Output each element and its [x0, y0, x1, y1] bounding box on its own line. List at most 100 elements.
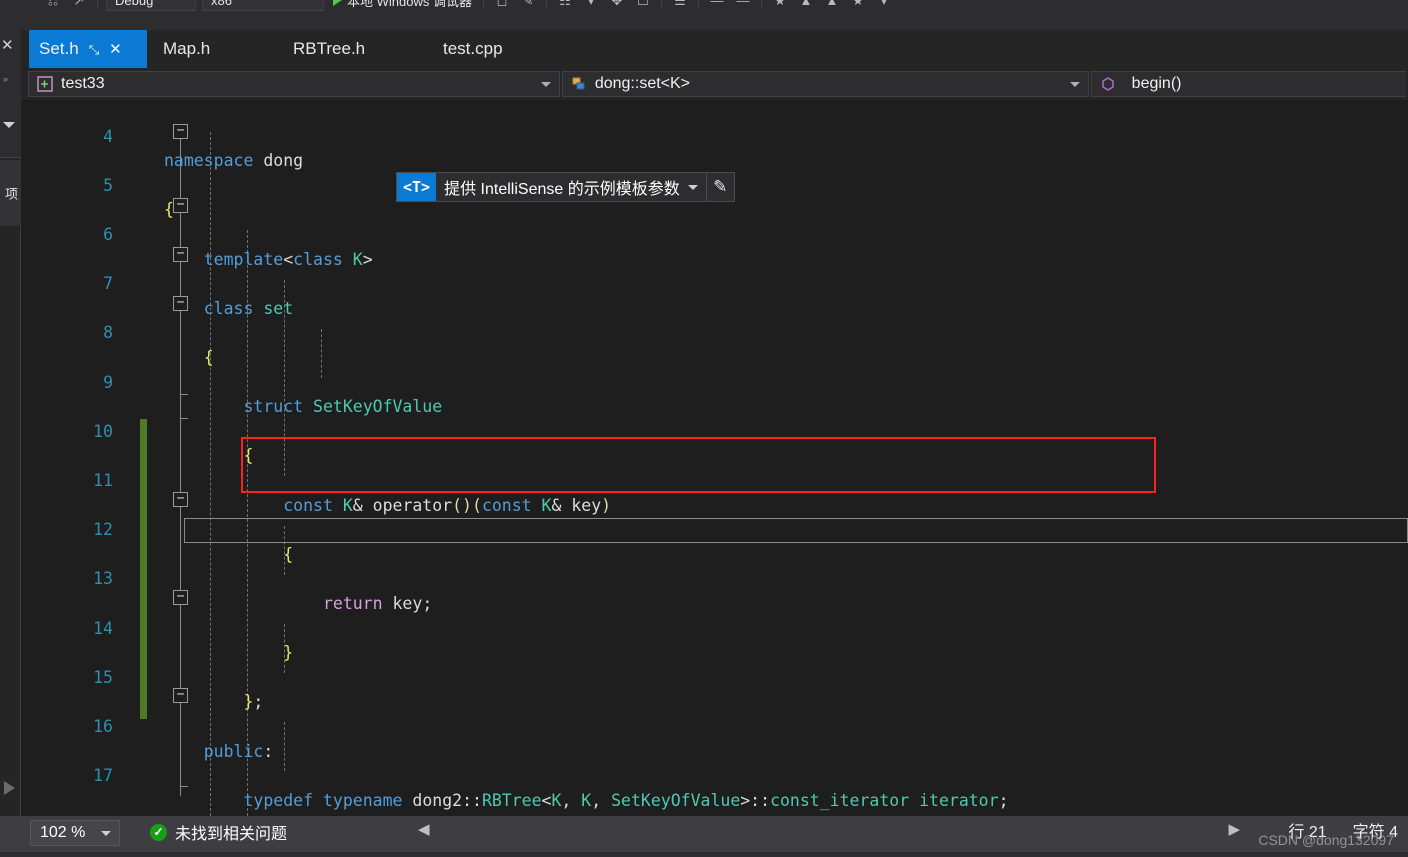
error-status-label: 未找到相关问题 — [175, 826, 288, 843]
navbar-member-dropdown[interactable]: begin() — [1090, 71, 1406, 97]
bookmark-next-icon[interactable]: ▲ — [819, 0, 845, 11]
close-icon[interactable]: ✕ — [109, 40, 122, 58]
code-text: }; — [243, 692, 264, 712]
toolbar-separator — [97, 0, 98, 9]
chevron-down-icon[interactable] — [3, 122, 15, 128]
template-parameter-hint[interactable]: <T> 提供 IntelliSense 的示例模板参数 ✎ — [396, 172, 735, 202]
uncomment-icon[interactable]: ☐ — [630, 0, 656, 11]
line-number: 9 — [103, 372, 113, 392]
tab-label: Set.h — [39, 39, 79, 58]
horizontal-scrollbar[interactable]: ◀ ▶ — [412, 816, 1246, 842]
code-text: } — [283, 643, 294, 663]
pencil-icon[interactable]: ✎ — [705, 173, 734, 201]
start-debug-button[interactable]: 本地 Windows 调试器 — [327, 0, 478, 10]
line-number: 11 — [93, 470, 113, 490]
line-number: 13 — [93, 569, 113, 589]
chevron-down-icon[interactable] — [540, 81, 551, 87]
redo-icon[interactable]: ↗ — [66, 0, 92, 11]
tab-set-h[interactable]: Set.h ⤡ ✕ — [29, 30, 147, 68]
tab-label: RBTree.h — [293, 39, 366, 58]
play-icon — [333, 0, 342, 6]
error-status[interactable]: ✓ 未找到相关问题 — [150, 819, 287, 845]
bookmark-clear-icon[interactable]: ★ — [845, 0, 871, 11]
line-icon[interactable]: ― — [730, 0, 756, 11]
code-line: 6 { — [21, 198, 1408, 244]
comment-icon[interactable]: ☷ — [552, 0, 578, 11]
line-position-label: 行 21 — [1288, 824, 1327, 841]
left-tool-window-strip: ✕ » 项 — [0, 30, 21, 827]
chevron-down-icon[interactable] — [101, 830, 111, 836]
code-line: 5 namespace dong — [21, 149, 1408, 195]
outdent-icon[interactable]: ― — [704, 0, 730, 11]
sidebar-vertical-tab[interactable]: 项 — [0, 160, 21, 226]
code-line: 11 { — [21, 444, 1408, 490]
editor-tab-strip: Set.h ⤡ ✕ Map.h RBTree.h test.cpp — [21, 30, 1408, 68]
line-number: 12 — [93, 520, 113, 540]
expand-chevron-icon[interactable]: » — [3, 74, 8, 84]
line-number: 7 — [103, 274, 113, 294]
zoom-level-dropdown[interactable]: 102 % — [30, 820, 120, 846]
chevron-down-icon[interactable] — [687, 184, 698, 190]
project-icon — [35, 75, 55, 93]
navbar-project-label: test33 — [61, 75, 105, 92]
chevron-down-icon[interactable]: ▾ — [578, 0, 604, 11]
tab-map-h[interactable]: Map.h — [153, 30, 220, 68]
line-number: 16 — [93, 716, 113, 736]
caret-position: 行 21 字符 4 — [1288, 818, 1398, 842]
line-number: 15 — [93, 667, 113, 687]
bookmark-icon[interactable]: ★ — [767, 0, 793, 11]
code-text: const K& operator()(const K& key) — [283, 495, 612, 515]
overflow-icon[interactable]: ▾ — [871, 0, 897, 11]
toolbar-separator-4 — [660, 0, 662, 9]
undo-icon[interactable]: ⎌ — [40, 0, 66, 11]
code-text: template<class K> — [203, 249, 373, 269]
navbar-member-label: begin() — [1131, 75, 1182, 92]
code-line: 18 typedef typename dong2::RBTree<K, K, … — [21, 789, 1408, 816]
scroll-right-icon[interactable]: ▶ — [1222, 820, 1246, 838]
navbar-project-dropdown[interactable]: test33 — [28, 71, 560, 97]
toolbar-row: ⎌ ↗ Debug x86 本地 Windows 调试器 ◻ ✎ ☷ ▾ ✥ ☐… — [0, 0, 897, 14]
code-text: { — [164, 200, 174, 220]
code-text: public: — [203, 741, 274, 761]
code-line: 13 { — [21, 543, 1408, 589]
line-number: 5 — [103, 175, 113, 195]
window-bottom-edge — [0, 852, 1408, 857]
line-number: 10 — [93, 421, 113, 441]
line-number: 4 — [103, 126, 113, 146]
line-number: 8 — [103, 323, 113, 343]
code-line: 4 — [21, 100, 1408, 146]
indent-icon[interactable]: ☰ — [667, 0, 693, 11]
template-tag-label: <T> — [397, 173, 437, 201]
visual-studio-window: ⎌ ↗ Debug x86 本地 Windows 调试器 ◻ ✎ ☷ ▾ ✥ ☐… — [0, 0, 1408, 857]
scroll-left-icon[interactable]: ◀ — [412, 820, 436, 838]
expand-arrow-icon[interactable] — [4, 781, 15, 795]
code-text: { — [203, 347, 214, 367]
code-text: { — [283, 544, 294, 564]
sidebar-vertical-tab-label: 项 — [3, 186, 18, 200]
code-editor[interactable]: − − − − − − − 4 5 namespace dong 6 {7 t… — [21, 100, 1408, 816]
tab-rbtree-h[interactable]: RBTree.h — [283, 30, 375, 68]
navbar-scope-label: dong::set<K> — [594, 75, 691, 92]
code-line: 12 const K& operator()(const K& key) — [21, 494, 1408, 540]
code-text: typedef typename dong2::RBTree<K, K, Set… — [243, 790, 1009, 810]
toolbar-separator-6 — [760, 0, 762, 9]
class-icon — [569, 75, 589, 93]
highlight-icon[interactable]: ✎ — [515, 0, 541, 11]
navbar-scope-dropdown[interactable]: dong::set<K> — [561, 71, 1089, 97]
bookmark-prev-icon[interactable]: ▲ — [793, 0, 819, 11]
code-line: 8 class set — [21, 297, 1408, 343]
platform-combo[interactable]: x86 — [202, 0, 324, 11]
configuration-combo[interactable]: Debug — [106, 0, 196, 11]
code-line: 15 } — [21, 641, 1408, 687]
pin-icon[interactable]: ⤡ — [89, 42, 99, 58]
close-icon[interactable]: ✕ — [1, 38, 14, 53]
tab-test-cpp[interactable]: test.cpp — [433, 30, 513, 68]
move-icon[interactable]: ✥ — [604, 0, 630, 11]
stop-icon[interactable]: ◻ — [489, 0, 515, 11]
code-text: return key; — [322, 593, 433, 613]
code-line: 17 public: — [21, 740, 1408, 786]
toolbar-separator-3 — [545, 0, 547, 9]
code-text: struct SetKeyOfValue — [243, 397, 443, 417]
code-line: 10 struct SetKeyOfValue — [21, 395, 1408, 441]
chevron-down-icon[interactable] — [1069, 81, 1080, 87]
